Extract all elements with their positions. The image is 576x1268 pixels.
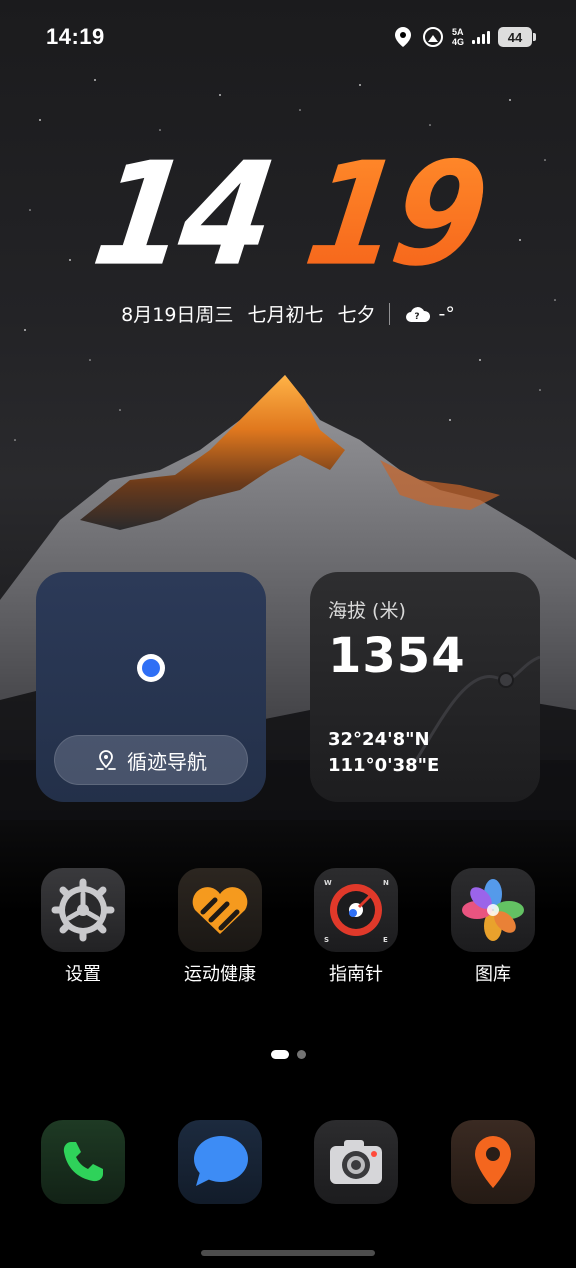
dock-camera[interactable]: [314, 1120, 398, 1204]
settings-gear-icon: [41, 868, 125, 952]
app-label: 指南针: [329, 964, 383, 985]
svg-text:N: N: [383, 879, 389, 887]
date-divider: [389, 302, 391, 325]
messages-icon: [194, 1136, 248, 1186]
app-label: 运动健康: [184, 964, 256, 985]
gallery-flower-icon: [451, 868, 535, 952]
location-hd-icon: [392, 26, 414, 48]
app-settings[interactable]: 设置: [23, 868, 143, 986]
dock-messages[interactable]: [178, 1120, 262, 1204]
dock-phone[interactable]: [41, 1120, 125, 1204]
app-label: 图库: [475, 964, 511, 985]
page-dot-active: [270, 1050, 289, 1059]
date-line[interactable]: 8月19日周三 七月初七 七夕 ? -°: [0, 300, 576, 327]
svg-text:E: E: [383, 936, 388, 944]
track-navigation-widget[interactable]: 循迹导航: [36, 572, 266, 802]
date-text: 8月19日周三: [121, 304, 234, 326]
clock-hour: 14: [84, 131, 280, 299]
status-time: 14:19: [46, 24, 105, 49]
weather[interactable]: ? -°: [404, 302, 455, 325]
latitude-value: 32°24'8"N: [328, 729, 430, 750]
dock-maps[interactable]: [451, 1120, 535, 1204]
page-dot: [296, 1050, 306, 1059]
track-navigation-label: 循迹导航: [127, 749, 207, 774]
lockscreen-clock[interactable]: 14 19: [0, 132, 576, 298]
app-label: 设置: [65, 964, 101, 985]
app-compass[interactable]: W N S E 指南针: [296, 868, 416, 986]
page-indicator[interactable]: [0, 1050, 576, 1059]
altitude-widget[interactable]: 海拔 (米) 1354 32°24'8"N 111°0'38"E: [310, 572, 540, 802]
svg-text:?: ?: [415, 312, 420, 322]
status-bar: 14:19 5A 4G 44: [0, 0, 576, 76]
app-gallery[interactable]: 图库: [433, 868, 553, 986]
app-health[interactable]: 运动健康: [160, 868, 280, 986]
status-icons: 5A 4G 44: [392, 26, 536, 48]
current-location-dot: [137, 654, 165, 682]
camera-icon: [330, 1140, 382, 1184]
route-pin-icon: [96, 750, 116, 770]
battery-icon: 44: [498, 27, 536, 47]
festival-text: 七夕: [337, 304, 376, 326]
svg-text:S: S: [324, 936, 329, 944]
longitude-value: 111°0'38"E: [328, 755, 440, 776]
svg-text:W: W: [324, 879, 332, 887]
weather-unknown-icon: ?: [406, 306, 431, 322]
health-heart-icon: [178, 868, 262, 952]
hotspot-icon: [422, 26, 444, 48]
signal-icon: [472, 30, 490, 44]
maps-pin-icon: [475, 1136, 511, 1188]
phone-icon: [63, 1142, 103, 1182]
lunar-date: 七月初七: [247, 304, 324, 326]
track-navigation-button[interactable]: 循迹导航: [54, 735, 248, 785]
home-indicator[interactable]: [201, 1250, 375, 1256]
altitude-value: 1354: [328, 628, 466, 684]
altitude-label: 海拔 (米): [328, 600, 406, 622]
compass-icon: W N S E: [314, 868, 398, 952]
clock-minute: 19: [296, 131, 492, 299]
network-type: 5A 4G: [451, 27, 464, 47]
weather-temp: -°: [438, 302, 455, 325]
